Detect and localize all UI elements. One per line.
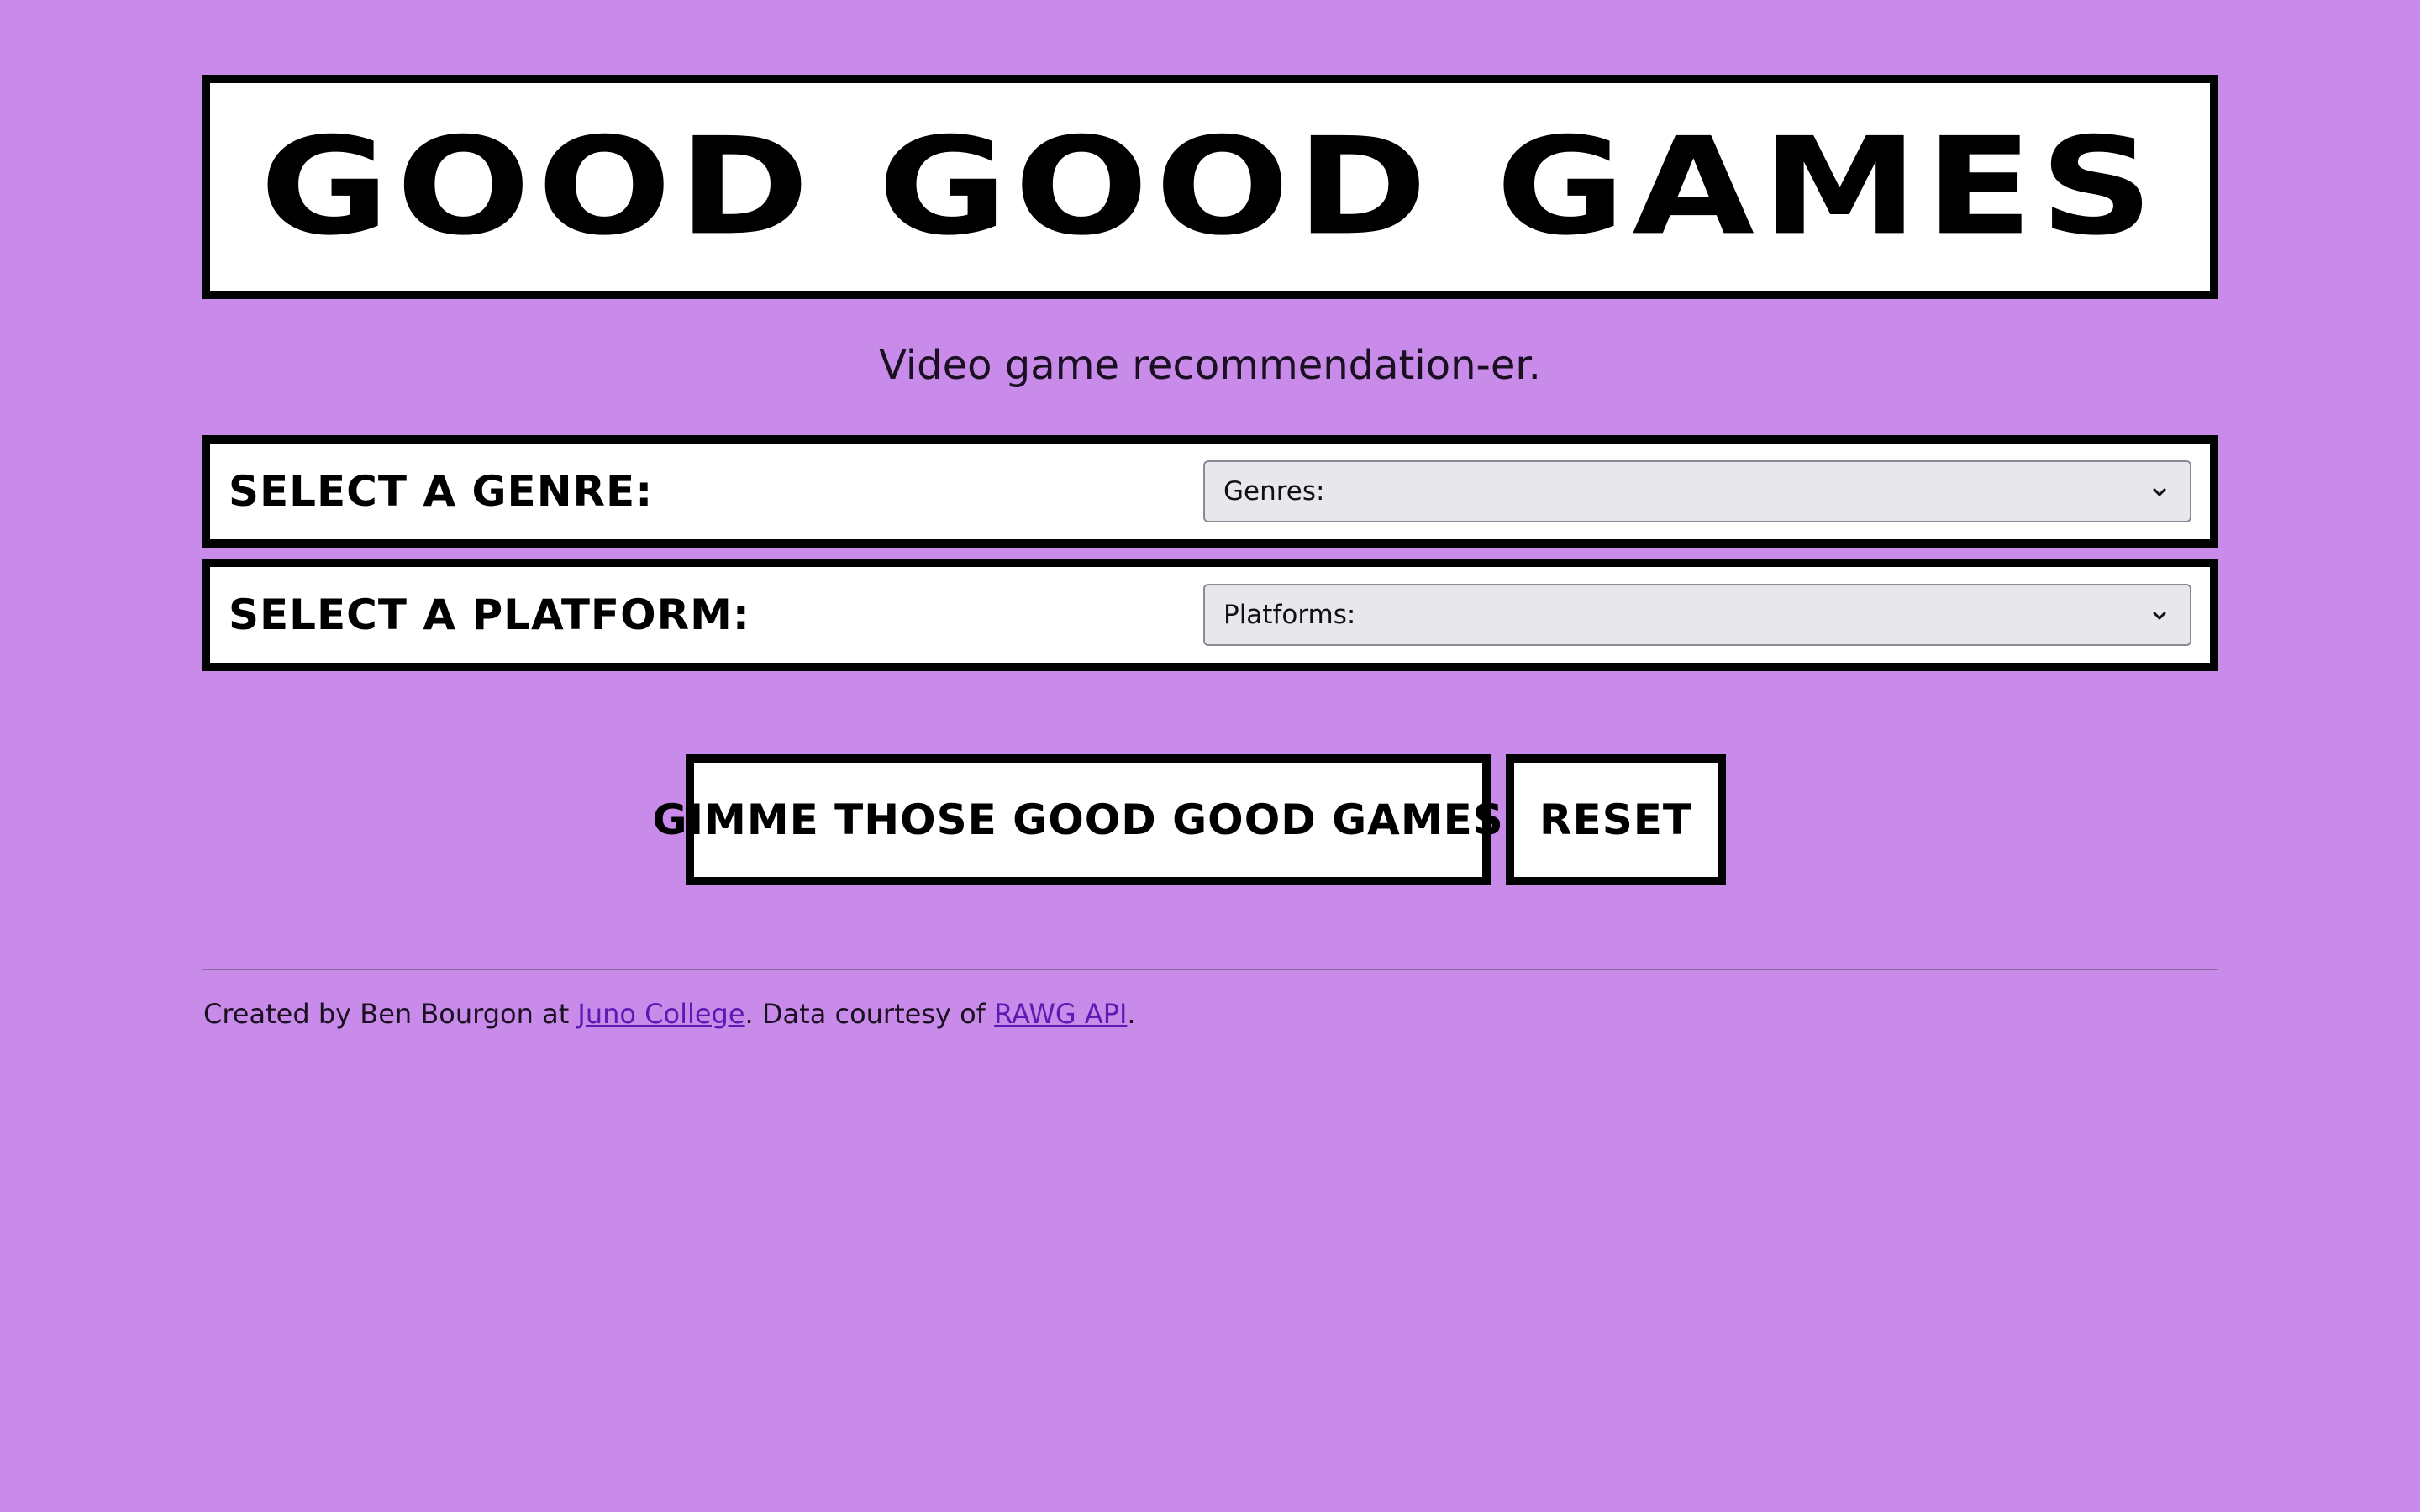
platform-select[interactable]: Platforms: bbox=[1203, 584, 2191, 646]
title-box: Good Good Games bbox=[202, 75, 2218, 299]
footer-middle: . Data courtesy of bbox=[744, 998, 995, 1030]
footer-divider bbox=[202, 969, 2218, 970]
platform-select-value: Platforms: bbox=[1223, 600, 1356, 630]
footer-suffix: . bbox=[1127, 998, 1136, 1030]
genre-label: Select a genre: bbox=[229, 467, 654, 516]
chevron-down-icon bbox=[2153, 488, 2166, 496]
genre-select-value: Genres: bbox=[1223, 476, 1325, 507]
reset-button[interactable]: Reset bbox=[1506, 754, 1726, 885]
juno-college-link[interactable]: Juno College bbox=[577, 998, 744, 1030]
page-title: Good Good Games bbox=[260, 108, 2160, 265]
platform-label: Select a platform: bbox=[229, 591, 750, 639]
chevron-down-icon bbox=[2153, 612, 2166, 620]
rawg-api-link[interactable]: RAWG API bbox=[994, 998, 1127, 1030]
platform-row: Select a platform: Platforms: bbox=[202, 559, 2218, 671]
footer-prefix: Created by Ben Bourgon at bbox=[203, 998, 578, 1030]
submit-button[interactable]: Gimme those good good games! bbox=[652, 754, 1523, 885]
footer: Created by Ben Bourgon at Juno College. … bbox=[203, 995, 1136, 1033]
genre-select[interactable]: Genres: bbox=[1203, 460, 2191, 522]
genre-row: Select a genre: Genres: bbox=[202, 435, 2218, 548]
tagline: Video game recommendation-er. bbox=[879, 342, 1541, 389]
